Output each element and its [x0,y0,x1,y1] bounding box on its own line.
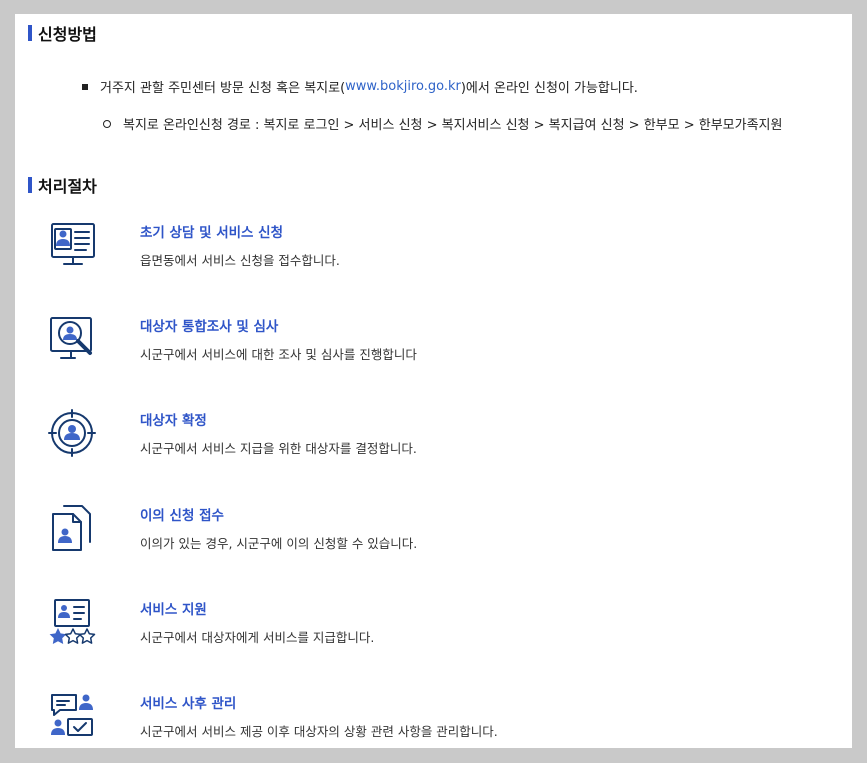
monitor-user-icon [51,223,95,265]
step-title: 대상자 통합조사 및 심사 [140,319,279,335]
step-title: 이의 신청 접수 [140,508,224,524]
online-path-item: 복지로 온라인신청 경로 : 복지로 로그인 > 서비스 신청 > 복지서비스 … [103,114,782,133]
step-title: 대상자 확정 [140,413,207,429]
step-description: 시군구에서 대상자에게 서비스를 지급합니다. [140,630,375,645]
procedure-step: 서비스 지원 시군구에서 대상자에게 서비스를 지급합니다. [15,598,852,668]
section-title-procedure: 처리절차 [28,174,97,196]
circle-bullet-icon [103,119,111,128]
square-bullet-icon [82,83,88,90]
content-panel: 신청방법 거주지 관할 주민센터 방문 신청 혹은 복지로(www.bokjir… [15,14,852,748]
step-title: 서비스 사후 관리 [140,696,237,712]
step-title: 서비스 지원 [140,602,207,618]
procedure-step: 이의 신청 접수 이의가 있는 경우, 시군구에 이의 신청할 수 있습니다. [15,504,852,574]
user-card-stars-icon [49,599,96,644]
target-user-icon [48,409,96,457]
procedure-step: 초기 상담 및 서비스 신청 읍면동에서 서비스 신청을 접수합니다. [15,221,852,291]
apply-method-item: 거주지 관할 주민센터 방문 신청 혹은 복지로(www.bokjiro.go.… [82,77,638,96]
step-description: 시군구에서 서비스 지급을 위한 대상자를 결정합니다. [140,441,417,456]
step-title: 초기 상담 및 서비스 신청 [140,225,283,241]
procedure-step: 서비스 사후 관리 시군구에서 서비스 제공 이후 대상자의 상황 관련 사항을… [15,692,852,748]
section-title-apply-method: 신청방법 [28,22,97,44]
chat-check-users-icon [51,694,93,736]
magnifier-user-icon [50,317,92,359]
procedure-step: 대상자 확정 시군구에서 서비스 지급을 위한 대상자를 결정합니다. [15,409,852,479]
bokjiro-link[interactable]: www.bokjiro.go.kr [345,79,461,94]
step-description: 시군구에서 서비스에 대한 조사 및 심사를 진행합니다 [140,347,417,362]
step-description: 시군구에서 서비스 제공 이후 대상자의 상황 관련 사항을 관리합니다. [140,724,498,739]
procedure-step: 대상자 통합조사 및 심사 시군구에서 서비스에 대한 조사 및 심사를 진행합… [15,315,852,385]
heading-bar [28,177,32,193]
document-user-icon [52,505,91,551]
step-description: 이의가 있는 경우, 시군구에 이의 신청할 수 있습니다. [140,536,418,551]
heading-bar [28,25,32,41]
step-description: 읍면동에서 서비스 신청을 접수합니다. [140,253,340,268]
